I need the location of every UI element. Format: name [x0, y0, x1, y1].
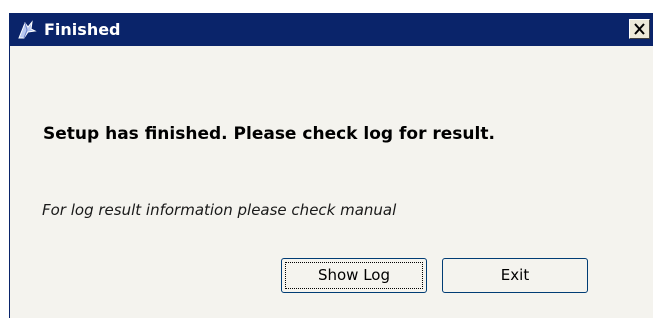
- show-log-button[interactable]: Show Log: [281, 258, 427, 293]
- finished-dialog: Finished Setup has finished. Please chec…: [9, 13, 653, 318]
- title-bar[interactable]: Finished: [10, 14, 653, 46]
- hint-text: For log result information please check …: [42, 201, 397, 219]
- setup-wizard-icon: [16, 19, 38, 41]
- exit-label: Exit: [500, 266, 530, 284]
- show-log-label: Show Log: [317, 266, 391, 284]
- close-button[interactable]: [629, 19, 650, 39]
- window-title: Finished: [44, 20, 121, 39]
- status-message: Setup has finished. Please check log for…: [43, 124, 495, 144]
- exit-button[interactable]: Exit: [442, 258, 588, 293]
- close-icon: [634, 23, 645, 35]
